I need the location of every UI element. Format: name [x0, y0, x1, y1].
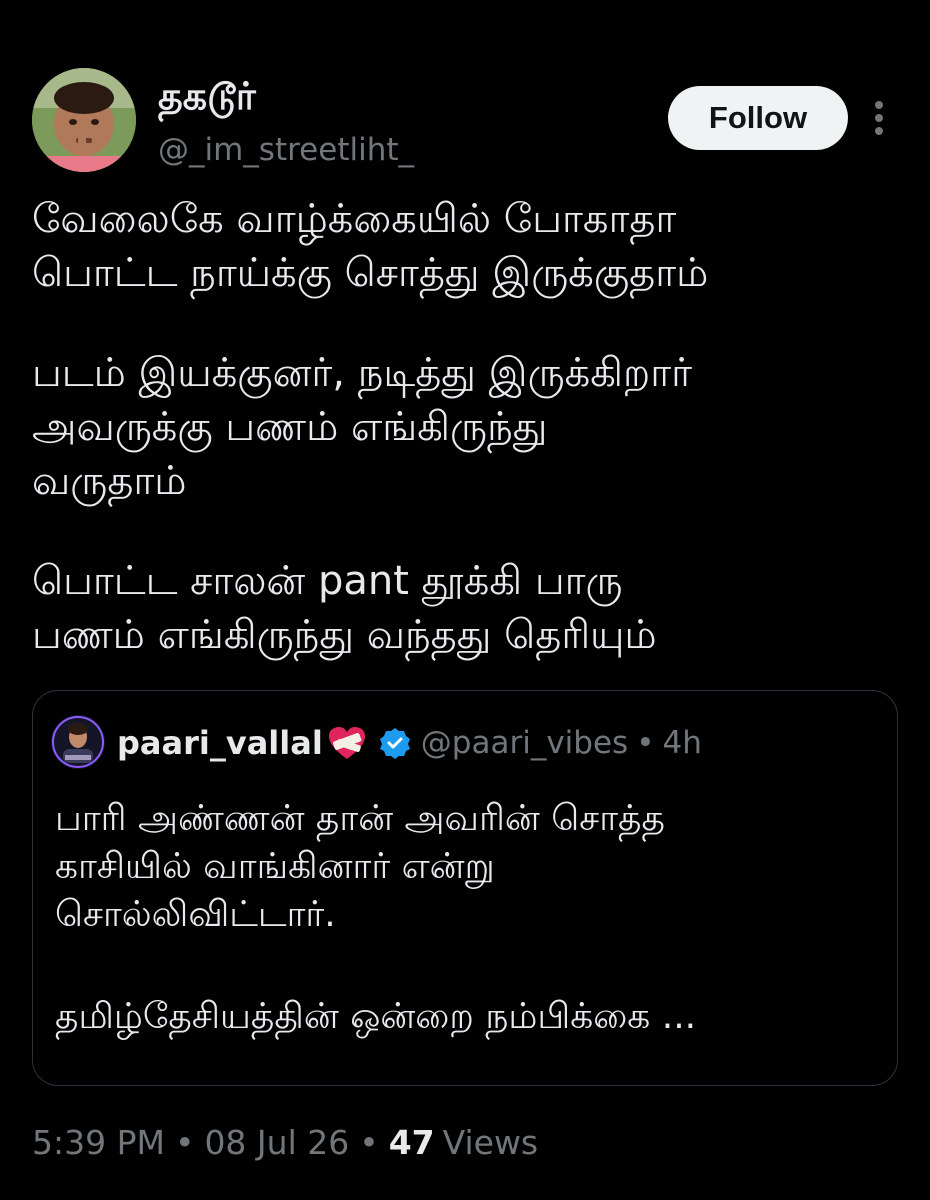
quote-line: தமிழ்தேசியத்தின் ஒன்றை நம்பிக்கை ... — [55, 996, 697, 1037]
tweet-line: அவருக்கு பணம் எங்கிருந்து — [32, 404, 548, 450]
meta-separator: • — [359, 1122, 379, 1162]
views-count[interactable]: 47 — [389, 1123, 435, 1162]
quoted-tweet-text: பாரி அண்ணன் தான் அவரின் சொத்த காசியில் வ… — [55, 795, 885, 1041]
quoted-tweet-card[interactable]: paari_vallal @paari_vibes • 4h பாரி அண்ண… — [32, 690, 898, 1086]
tweet-date[interactable]: 08 Jul 26 — [204, 1123, 349, 1162]
author-handle[interactable]: @_im_streetliht_ — [158, 130, 414, 170]
tweet-line: பொட்ட சாலன் pant தூக்கி பாரு — [32, 558, 623, 604]
verified-badge-icon — [379, 727, 411, 759]
follow-button[interactable]: Follow — [668, 86, 848, 150]
tweet-meta: 5:39 PM • 08 Jul 26 • 47 Views — [32, 1120, 538, 1164]
tweet-line: பொட்ட நாய்க்கு சொத்து இருக்குதாம் — [32, 250, 709, 296]
quoted-author-handle[interactable]: @paari_vibes — [421, 725, 628, 761]
quoted-author-avatar[interactable] — [51, 715, 105, 769]
tweet-line: வேலைகே வாழ்க்கையில் போகாதா — [32, 196, 677, 242]
tweet-line: வருதாம் — [32, 458, 187, 504]
header-separator: • — [636, 725, 655, 761]
tweet-time[interactable]: 5:39 PM — [32, 1123, 165, 1162]
meta-separator: • — [174, 1122, 195, 1162]
author-avatar[interactable] — [32, 68, 136, 172]
views-label: Views — [442, 1122, 539, 1162]
tweet-text: வேலைகே வாழ்க்கையில் போகாதா பொட்ட நாய்க்க… — [32, 192, 912, 662]
quote-line: காசியில் வாங்கினார் என்று — [55, 846, 495, 887]
quoted-tweet-header: paari_vallal @paari_vibes • 4h — [117, 721, 702, 765]
tweet-line: படம் இயக்குனர், நடித்து இருக்கிறார் — [32, 350, 693, 396]
quote-line: பாரி அண்ணன் தான் அவரின் சொத்த — [55, 798, 665, 839]
more-vertical-icon[interactable] — [866, 96, 892, 140]
quoted-tweet-time[interactable]: 4h — [662, 725, 701, 761]
author-display-name[interactable]: தகடூர் — [158, 72, 256, 120]
tweet-line: பணம் எங்கிருந்து வந்தது தெரியும் — [32, 612, 657, 658]
quote-line: சொல்லிவிட்டார். — [55, 894, 336, 935]
quoted-author-name[interactable]: paari_vallal — [117, 724, 323, 762]
tweet-page: தகடூர் @_im_streetliht_ Follow வேலைகே வா… — [0, 0, 930, 1200]
heart-bandage-icon — [327, 725, 367, 761]
